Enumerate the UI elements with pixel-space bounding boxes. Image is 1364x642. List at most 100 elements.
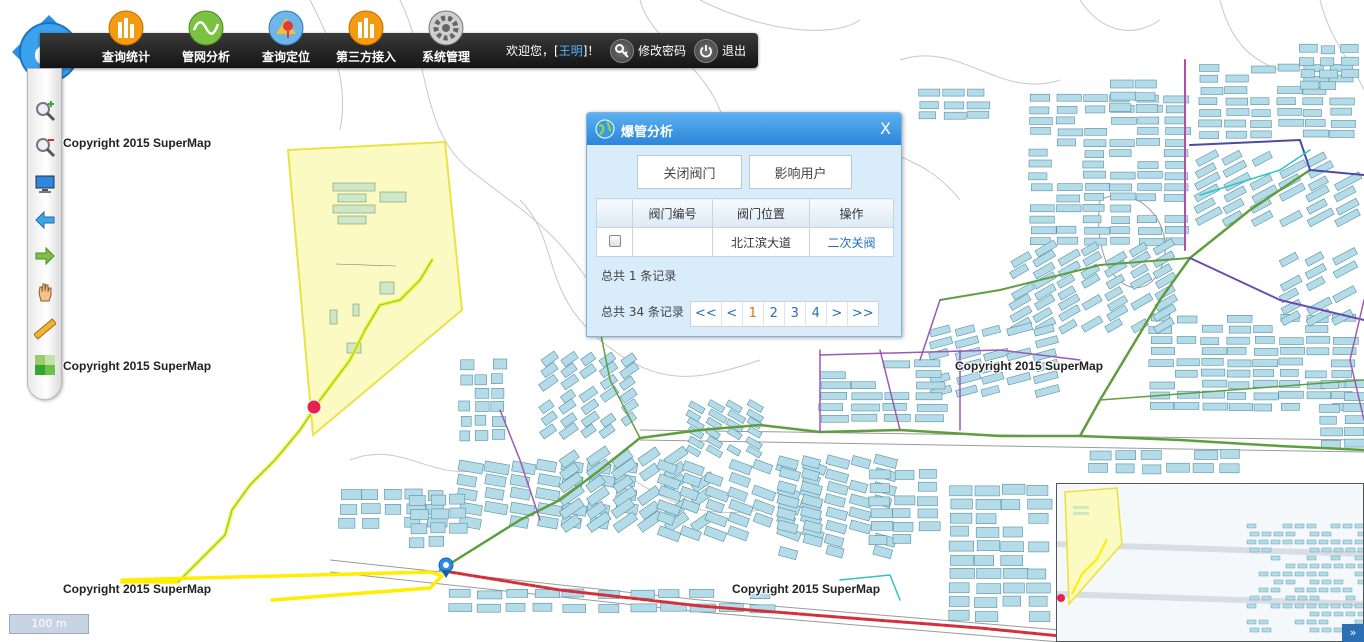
building	[338, 517, 356, 529]
bar-chart-icon	[108, 10, 144, 46]
overview-building	[1306, 587, 1317, 593]
overview-map[interactable]	[1056, 483, 1364, 642]
overview-building	[1345, 611, 1356, 617]
overview-building	[1333, 611, 1344, 617]
logout-button[interactable]: 退出	[694, 38, 746, 63]
top-toolbar: 查询统计 管网分析 查询定位 第三方接入 系统管理 欢迎您，[王明]！ 修改密码…	[40, 10, 758, 68]
page-number-button[interactable]: 2	[764, 302, 785, 326]
layers-tool[interactable]	[33, 353, 57, 377]
dialog-header[interactable]: 爆管分析 X	[587, 113, 901, 145]
secondary-close-valve-link[interactable]: 二次关阀	[809, 227, 894, 257]
nav-third-party[interactable]: 第三方接入	[326, 10, 406, 68]
page-number-button[interactable]: 1	[743, 302, 764, 326]
nav-network-analysis[interactable]: 管网分析	[166, 10, 246, 68]
building	[892, 521, 914, 532]
building	[1199, 131, 1219, 139]
affected-users-button[interactable]: 影响用户	[749, 155, 852, 189]
building	[1319, 69, 1339, 79]
building	[825, 519, 848, 535]
building	[1277, 108, 1302, 116]
overview-building	[1282, 523, 1293, 529]
nav-system-admin[interactable]: 系统管理	[406, 10, 486, 68]
building	[361, 503, 381, 514]
building	[948, 582, 970, 594]
building	[1028, 512, 1049, 524]
building	[1082, 160, 1104, 169]
table-row: 北江滨大道 二次关阀	[596, 227, 894, 257]
change-password-button[interactable]: 修改密码	[610, 38, 686, 63]
next-view-tool[interactable]	[33, 244, 57, 268]
building	[1057, 138, 1076, 147]
building	[851, 392, 883, 401]
building	[1226, 369, 1251, 378]
building	[918, 88, 941, 97]
building	[410, 509, 429, 520]
building	[460, 415, 472, 427]
building	[1115, 463, 1135, 474]
zoom-out-tool[interactable]	[33, 135, 57, 159]
building	[492, 429, 506, 440]
table-header-row: 阀门编号 阀门位置 操作	[596, 198, 894, 228]
building	[1220, 448, 1240, 459]
previous-view-tool[interactable]	[33, 208, 57, 232]
layers-icon	[35, 355, 55, 375]
measure-tool[interactable]	[33, 317, 57, 341]
page-last-button[interactable]: >>	[848, 302, 878, 326]
building	[918, 111, 936, 120]
building	[1089, 450, 1112, 461]
map-copyright: Copyright 2015 SuperMap	[955, 359, 1104, 373]
building	[384, 488, 402, 500]
building	[1028, 148, 1048, 157]
overview-building	[1309, 563, 1320, 569]
nav-query-locate[interactable]: 查询定位	[246, 10, 326, 68]
building	[1177, 315, 1198, 324]
building	[1150, 401, 1175, 410]
dialog-close-button[interactable]: X	[880, 119, 891, 138]
page-number-button[interactable]: 4	[806, 302, 827, 326]
user-name[interactable]: 王明	[559, 44, 583, 58]
building	[537, 515, 559, 530]
full-extent-tool[interactable]	[33, 172, 57, 196]
page-number-button[interactable]: 3	[785, 302, 806, 326]
zoom-in-tool[interactable]	[33, 99, 57, 123]
building	[824, 468, 850, 484]
building	[870, 508, 893, 519]
pan-tool[interactable]	[33, 280, 57, 304]
overview-building	[1330, 587, 1341, 593]
page-prev-button[interactable]: <	[722, 302, 743, 326]
building	[954, 324, 976, 337]
building	[1165, 161, 1186, 169]
burst-point-marker[interactable]	[306, 399, 322, 415]
building	[1300, 80, 1320, 90]
building	[1110, 236, 1130, 245]
welcome-suffix: ]！	[582, 44, 600, 58]
column-header: 阀门编号	[632, 198, 713, 228]
overview-building	[1294, 571, 1305, 577]
overview-building	[1294, 587, 1305, 593]
building	[1175, 369, 1198, 378]
building	[1226, 108, 1250, 116]
building	[1304, 251, 1325, 267]
nav-label: 系统管理	[421, 50, 470, 64]
overview-building	[1342, 587, 1353, 593]
page-first-button[interactable]: <<	[691, 302, 722, 326]
building	[824, 493, 846, 508]
building	[1250, 130, 1272, 139]
row-checkbox[interactable]	[608, 234, 621, 247]
overview-building	[1261, 627, 1272, 633]
building	[598, 423, 616, 439]
overview-building	[1294, 523, 1305, 529]
building	[948, 540, 975, 552]
page-next-button[interactable]: >	[827, 302, 848, 326]
nav-query-statistics[interactable]: 查询统计	[86, 10, 166, 68]
building	[476, 590, 503, 600]
zoom-out-icon	[36, 138, 56, 158]
zoom-in-icon	[36, 101, 56, 122]
close-valve-button[interactable]: 关闭阀门	[637, 155, 742, 189]
building	[1329, 97, 1355, 106]
overview-building	[1273, 579, 1284, 585]
overview-building	[1318, 603, 1329, 609]
overview-toggle-button[interactable]: »	[1342, 624, 1364, 642]
building	[1165, 127, 1191, 135]
building	[1081, 294, 1103, 311]
